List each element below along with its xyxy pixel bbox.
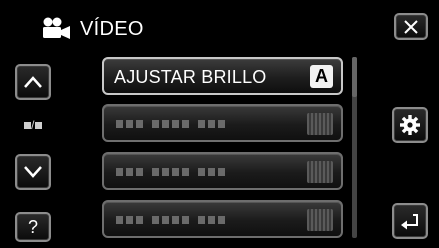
chevron-down-icon — [24, 166, 42, 178]
close-button[interactable] — [394, 13, 428, 40]
menu-item-value-icon — [307, 209, 333, 231]
return-arrow-icon — [401, 214, 418, 230]
page-indicator: / — [16, 118, 50, 132]
menu-item-label: AJUSTAR BRILLO — [114, 67, 267, 87]
menu-item-ajustar-brillo[interactable]: AJUSTAR BRILLO A — [102, 57, 343, 95]
scrollbar-thumb[interactable] — [352, 57, 357, 97]
menu-item-value-badge: A — [310, 65, 333, 88]
menu-item-placeholder[interactable] — [102, 200, 343, 238]
help-button[interactable]: ? — [15, 212, 51, 242]
menu-item-placeholder[interactable] — [102, 152, 343, 190]
menu-item-placeholder[interactable] — [102, 104, 343, 142]
scroll-down-button[interactable] — [15, 154, 51, 190]
menu-item-value-icon — [307, 113, 333, 135]
close-x-icon — [404, 19, 418, 34]
chevron-up-icon — [24, 76, 42, 88]
settings-button[interactable] — [392, 107, 428, 143]
menu-item-value-icon — [307, 161, 333, 183]
page-total-glyph — [34, 122, 42, 130]
video-camera-icon — [40, 16, 72, 40]
help-label: ? — [27, 216, 38, 237]
scroll-up-button[interactable] — [15, 64, 51, 100]
back-button[interactable] — [392, 203, 428, 239]
gear-icon — [400, 115, 420, 135]
page-title: VÍDEO — [80, 18, 144, 40]
